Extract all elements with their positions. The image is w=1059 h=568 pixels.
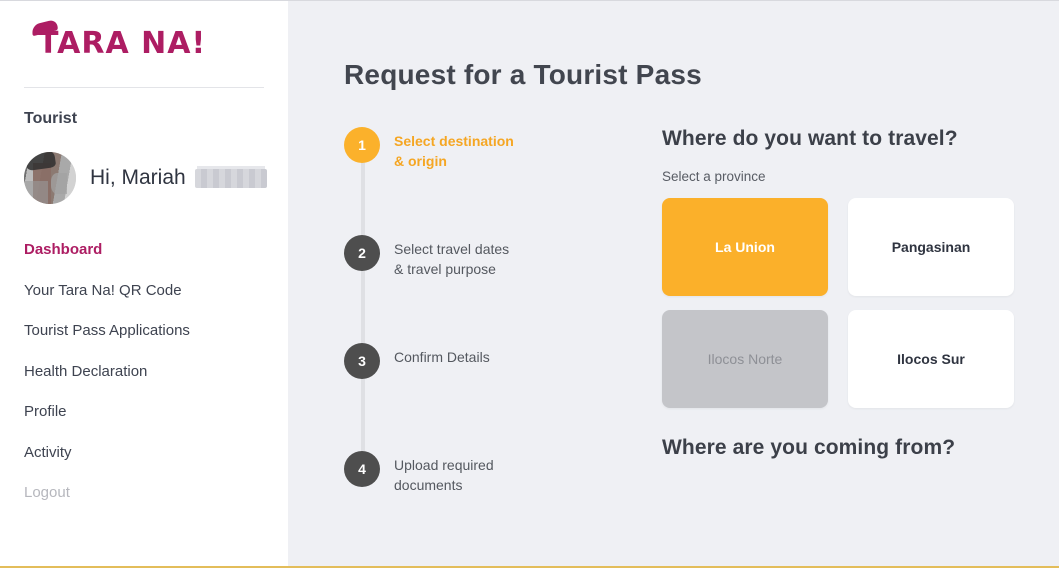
province-card-pangasinan[interactable]: Pangasinan	[848, 198, 1014, 296]
logo-text-wrapper: TARA NA!	[38, 29, 206, 59]
step-1-label: Select destination & origin	[394, 127, 514, 172]
step-4-line2: documents	[394, 475, 494, 495]
step-2-line2: & travel purpose	[394, 259, 509, 279]
step-1-number: 1	[344, 127, 380, 163]
province-card-ilocos-norte: Ilocos Norte	[662, 310, 828, 408]
sidebar-item-qr-code[interactable]: Your Tara Na! QR Code	[24, 271, 264, 312]
step-2-number: 2	[344, 235, 380, 271]
role-label: Tourist	[24, 88, 264, 128]
user-profile-row[interactable]: Hi, Mariah	[24, 128, 264, 204]
sidebar-item-activity[interactable]: Activity	[24, 433, 264, 474]
sidebar-nav: Dashboard Your Tara Na! QR Code Tourist …	[24, 204, 264, 514]
logo-text: TARA NA!	[38, 26, 206, 61]
avatar	[24, 152, 76, 204]
sidebar-item-dashboard[interactable]: Dashboard	[24, 230, 264, 271]
stepper: 1 Select destination & origin 2 Select t…	[344, 127, 624, 559]
redacted-surname	[195, 169, 267, 188]
brand-logo[interactable]: TARA NA!	[24, 1, 264, 87]
step-4-number: 4	[344, 451, 380, 487]
main-content: Request for a Tourist Pass 1 Select dest…	[288, 1, 1059, 568]
content-columns: 1 Select destination & origin 2 Select t…	[344, 91, 1059, 559]
step-3-label: Confirm Details	[394, 343, 490, 367]
app-window: TARA NA! Tourist Hi, Mariah Dashboard Yo…	[0, 0, 1059, 568]
step-1[interactable]: 1 Select destination & origin	[344, 127, 624, 235]
page-title: Request for a Tourist Pass	[344, 1, 1059, 91]
province-card-la-union[interactable]: La Union	[662, 198, 828, 296]
step-4-label: Upload required documents	[394, 451, 494, 496]
step-2[interactable]: 2 Select travel dates & travel purpose	[344, 235, 624, 343]
destination-heading: Where do you want to travel?	[662, 127, 1059, 151]
greeting: Hi, Mariah	[90, 166, 267, 190]
sidebar-item-logout[interactable]: Logout	[24, 473, 264, 514]
greeting-text: Hi, Mariah	[90, 166, 186, 190]
step-1-line1: Select destination	[394, 131, 514, 151]
province-card-ilocos-sur[interactable]: Ilocos Sur	[848, 310, 1014, 408]
step-1-line2: & origin	[394, 151, 514, 171]
destination-subheading: Select a province	[662, 151, 1059, 184]
step-3-line1: Confirm Details	[394, 347, 490, 367]
step-3[interactable]: 3 Confirm Details	[344, 343, 624, 451]
sidebar-item-tourist-pass-applications[interactable]: Tourist Pass Applications	[24, 311, 264, 352]
destination-panel: Where do you want to travel? Select a pr…	[624, 127, 1059, 559]
origin-heading: Where are you coming from?	[662, 408, 1059, 460]
step-2-label: Select travel dates & travel purpose	[394, 235, 509, 280]
step-4[interactable]: 4 Upload required documents	[344, 451, 624, 559]
step-3-number: 3	[344, 343, 380, 379]
sidebar: TARA NA! Tourist Hi, Mariah Dashboard Yo…	[0, 1, 288, 568]
sidebar-item-profile[interactable]: Profile	[24, 392, 264, 433]
sidebar-item-health-declaration[interactable]: Health Declaration	[24, 352, 264, 393]
province-card-grid: La Union Pangasinan Ilocos Norte Ilocos …	[662, 184, 1016, 408]
step-4-line1: Upload required	[394, 455, 494, 475]
step-2-line1: Select travel dates	[394, 239, 509, 259]
